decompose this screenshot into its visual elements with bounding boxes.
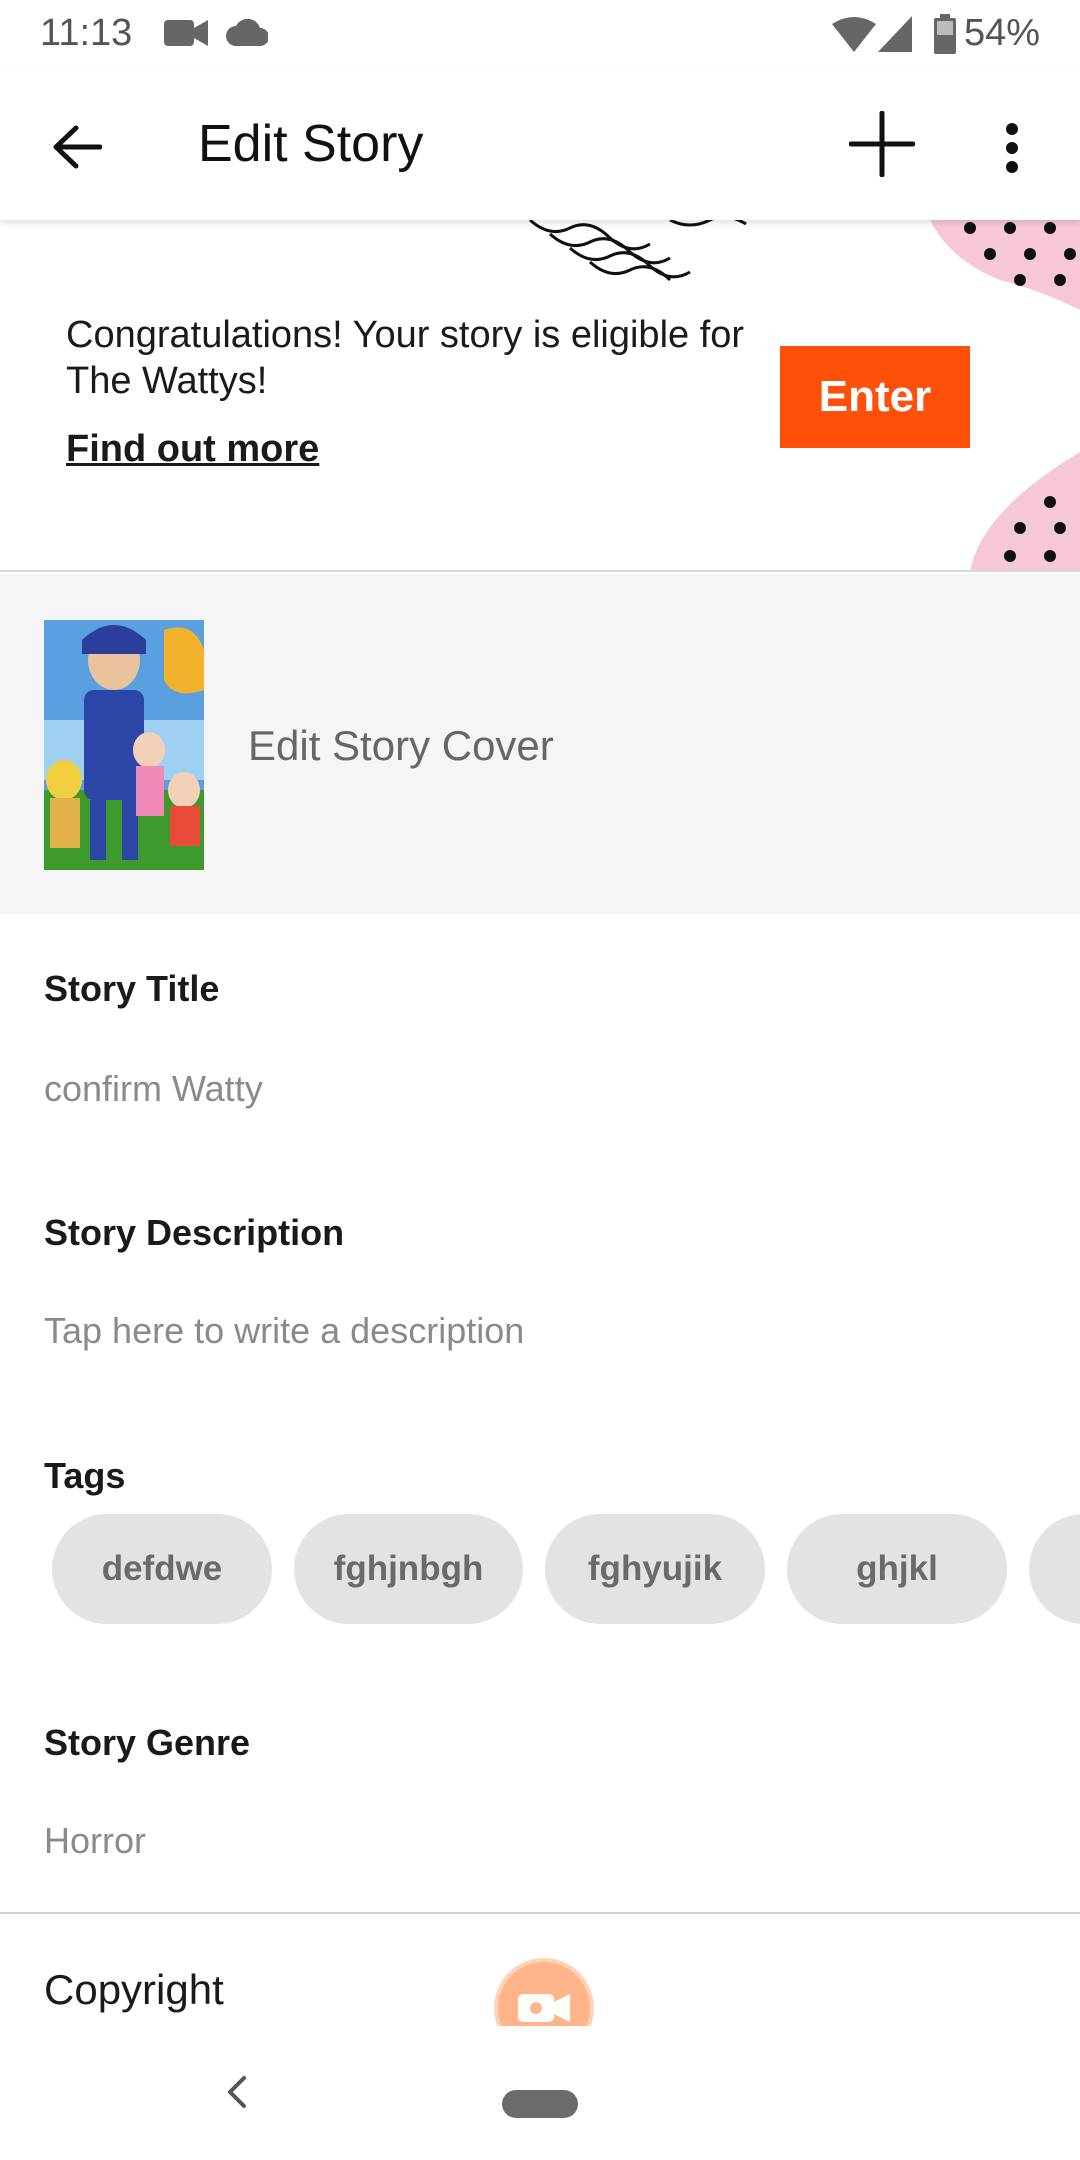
squiggle-decoration [528,220,747,282]
more-options-button[interactable] [990,108,1034,188]
story-description-field[interactable]: Tap here to write a description [44,1310,524,1352]
edit-cover-row[interactable]: Edit Story Cover [0,574,1080,914]
system-nav-bar [0,2026,1080,2160]
battery-percentage: 54% [963,12,1040,54]
story-title-label: Story Title [44,968,220,1009]
story-description-label: Story Description [44,1212,345,1253]
story-genre-label: Story Genre [44,1722,251,1763]
enter-button[interactable]: Enter [780,346,970,448]
status-time: 11:13 [40,12,133,54]
tag-chip[interactable]: defdwe [52,1514,272,1624]
section-divider [0,1912,1080,1914]
story-genre-field[interactable]: Horror [44,1820,146,1862]
app-bar: Edit Story [0,70,1080,220]
pink-dots-decoration-bottom [970,452,1080,570]
video-camera-icon [164,16,208,55]
tags-label: Tags [44,1455,126,1496]
tag-chip[interactable]: fghyujik [545,1514,765,1624]
edit-cover-label: Edit Story Cover [248,722,554,769]
story-title-field[interactable]: confirm Watty [44,1068,263,1110]
page-title: Edit Story [198,115,424,173]
tag-chip-partial[interactable] [1029,1514,1080,1624]
cloud-icon [226,18,269,51]
tags-list: defdwe fghjnbgh fghyujik ghjkl [0,1514,1080,1624]
wattys-eligibility-text: Congratulations! Your story is eligible … [66,314,745,402]
tag-chip[interactable]: ghjkl [787,1514,1007,1624]
add-part-button[interactable] [842,104,922,184]
tag-chip[interactable]: fghjnbgh [294,1514,523,1624]
arrow-left-icon [53,125,102,169]
battery-icon [934,14,956,59]
wattys-banner: Congratulations! Your story is eligible … [0,220,1080,572]
wifi-icon [832,16,876,57]
pink-dots-decoration-top [930,220,1080,310]
status-bar: 11:13 54% [0,0,1080,70]
more-vertical-icon [1006,123,1018,173]
cell-signal-icon [878,16,912,57]
video-camera-icon [518,1994,570,2022]
story-cover-image [44,620,204,870]
nav-back-icon[interactable] [218,2072,258,2112]
copyright-row[interactable]: Copyright [44,1966,224,2014]
nav-home-pill[interactable] [502,2090,578,2118]
plus-icon [849,111,915,177]
back-button[interactable] [42,112,112,182]
find-out-more-link[interactable]: Find out more [66,428,319,471]
